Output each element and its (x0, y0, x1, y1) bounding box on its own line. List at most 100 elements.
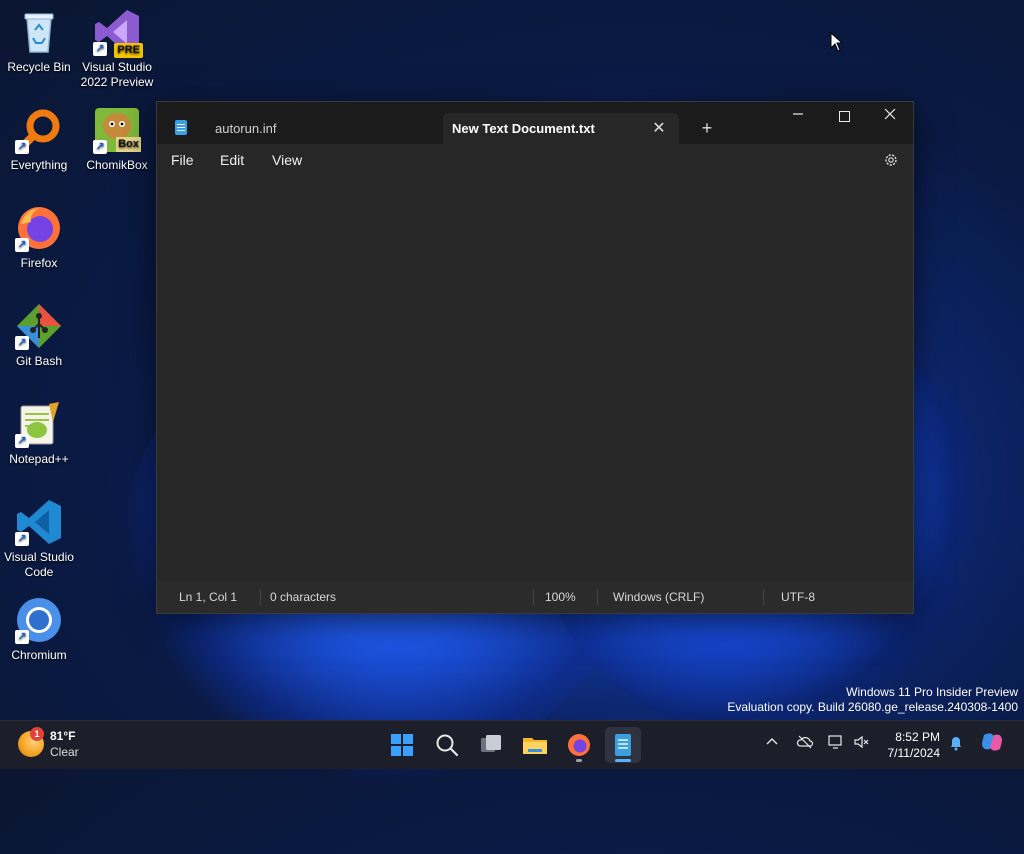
task-view-icon (481, 735, 501, 752)
tab-label: New Text Document.txt (452, 121, 595, 136)
firefox-icon: ↗ (15, 204, 63, 252)
status-divider (260, 589, 261, 605)
show-hidden-icons-button[interactable] (762, 735, 782, 751)
mouse-pointer-icon (830, 32, 844, 52)
desktop-icon-git-bash[interactable]: ↗ Git Bash (0, 302, 78, 369)
network-button[interactable] (826, 735, 846, 752)
desktop-icon-vscode[interactable]: ↗ Visual Studio Code (0, 498, 78, 580)
desktop-icon-label: Visual Studio 2022 Preview (80, 60, 154, 89)
desktop-icon-firefox[interactable]: ↗ Firefox (0, 204, 78, 271)
task-view-button[interactable] (473, 727, 509, 763)
desktop-icon-notepad-plus-plus[interactable]: ↗ Notepad++ (0, 400, 78, 467)
desktop-icon-label: Notepad++ (9, 452, 69, 466)
desktop-icon-chromium[interactable]: ↗ Chromium (0, 596, 78, 663)
status-divider (763, 589, 764, 605)
folder-icon (523, 738, 547, 754)
clock-time: 8:52 PM (895, 730, 940, 744)
windows-watermark: Windows 11 Pro Insider Preview Evaluatio… (727, 685, 1018, 715)
close-tab-icon[interactable]: ✕ (651, 113, 667, 144)
bell-icon (951, 737, 961, 751)
clock[interactable]: 8:52 PM 7/11/2024 (872, 729, 941, 761)
desktop-icon-everything[interactable]: ↗ Everything (0, 106, 78, 173)
desktop-icon-label: Everything (10, 158, 68, 172)
maximize-icon (838, 110, 850, 122)
speaker-muted-icon (854, 735, 869, 749)
text-editor-area[interactable] (157, 176, 913, 581)
onedrive-button[interactable] (795, 735, 815, 752)
running-indicator (576, 759, 582, 762)
desktop-icon-label: Firefox (20, 256, 58, 270)
status-bar: Ln 1, Col 1 0 characters 100% Windows (C… (157, 581, 913, 613)
watermark-edition: Windows 11 Pro Insider Preview (846, 685, 1018, 699)
desktop-icon-label: Visual Studio Code (4, 550, 74, 579)
shortcut-arrow-icon: ↗ (93, 140, 107, 154)
menu-edit[interactable]: Edit (220, 144, 244, 176)
copilot-icon (982, 733, 1002, 751)
git-bash-icon: ↗ (15, 302, 63, 350)
pre-badge: PRE (114, 43, 143, 58)
firefox-icon (568, 734, 590, 756)
minimize-icon (793, 113, 803, 115)
minimize-button[interactable] (775, 102, 821, 132)
firefox-taskbar-button[interactable] (561, 727, 597, 763)
tab-autorun[interactable]: autorun.inf (167, 113, 439, 144)
cloud-offline-icon (796, 735, 814, 749)
shortcut-arrow-icon: ↗ (15, 532, 29, 546)
file-explorer-button[interactable] (517, 727, 553, 763)
close-window-button[interactable] (867, 102, 913, 132)
monitor-network-icon (828, 735, 842, 749)
active-indicator (615, 759, 631, 762)
gear-icon (885, 154, 897, 166)
status-cursor-position[interactable]: Ln 1, Col 1 (179, 581, 237, 613)
status-zoom[interactable]: 100% (545, 581, 576, 613)
desktop-icon-label: Chromium (11, 648, 67, 662)
close-icon (884, 108, 896, 120)
shortcut-arrow-icon: ↗ (15, 336, 29, 350)
volume-button[interactable] (852, 735, 872, 752)
search-icon (436, 734, 459, 757)
notifications-button[interactable] (946, 735, 966, 754)
recycle-bin-icon (15, 8, 63, 56)
chromium-icon: ↗ (15, 596, 63, 644)
menu-file[interactable]: File (171, 144, 194, 176)
notepad-taskbar-button[interactable] (605, 727, 641, 763)
title-bar[interactable]: autorun.inf New Text Document.txt ✕ + (157, 102, 913, 144)
weather-widget[interactable]: 1 81°F Clear (18, 727, 118, 763)
desktop-icon-recycle-bin[interactable]: Recycle Bin (0, 8, 78, 75)
new-tab-button[interactable]: + (697, 113, 717, 144)
menu-view[interactable]: View (272, 144, 302, 176)
weather-temperature: 81°F (50, 729, 76, 743)
shortcut-arrow-icon: ↗ (15, 238, 29, 252)
maximize-button[interactable] (821, 102, 867, 132)
notepad-plus-plus-icon: ↗ (15, 400, 63, 448)
tab-label: autorun.inf (215, 121, 277, 136)
start-button[interactable] (384, 727, 420, 763)
weather-condition: Clear (50, 745, 79, 759)
desktop-icon-label: Recycle Bin (7, 60, 71, 74)
taskbar: 1 81°F Clear 8:52 PM 7/11/2024 (0, 720, 1024, 769)
copilot-button[interactable] (980, 731, 1004, 756)
desktop-icon-chomikbox[interactable]: Box ↗ ChomikBox (78, 106, 156, 173)
chomikbox-icon: Box ↗ (93, 106, 141, 154)
search-button[interactable] (429, 727, 465, 763)
box-badge: Box (116, 137, 141, 152)
status-encoding[interactable]: UTF-8 (781, 581, 815, 613)
windows-logo-icon (391, 734, 413, 756)
chevron-up-icon (766, 738, 778, 745)
weather-alert-badge: 1 (30, 727, 44, 741)
desktop-icon-visual-studio[interactable]: PRE ↗ Visual Studio 2022 Preview (78, 8, 156, 90)
status-line-ending[interactable]: Windows (CRLF) (613, 581, 704, 613)
desktop-icon-label: ChomikBox (86, 158, 148, 172)
status-divider (533, 589, 534, 605)
shortcut-arrow-icon: ↗ (93, 42, 107, 56)
vscode-icon: ↗ (15, 498, 63, 546)
tab-new-text-document[interactable]: New Text Document.txt ✕ (443, 113, 679, 144)
shortcut-arrow-icon: ↗ (15, 434, 29, 448)
menu-bar: File Edit View (157, 144, 913, 176)
shortcut-arrow-icon: ↗ (15, 140, 29, 154)
clock-date: 7/11/2024 (887, 746, 941, 760)
visual-studio-icon: PRE ↗ (93, 8, 143, 58)
notepad-window: autorun.inf New Text Document.txt ✕ + Fi… (156, 101, 914, 614)
shortcut-arrow-icon: ↗ (15, 630, 29, 644)
settings-button[interactable] (883, 152, 899, 168)
